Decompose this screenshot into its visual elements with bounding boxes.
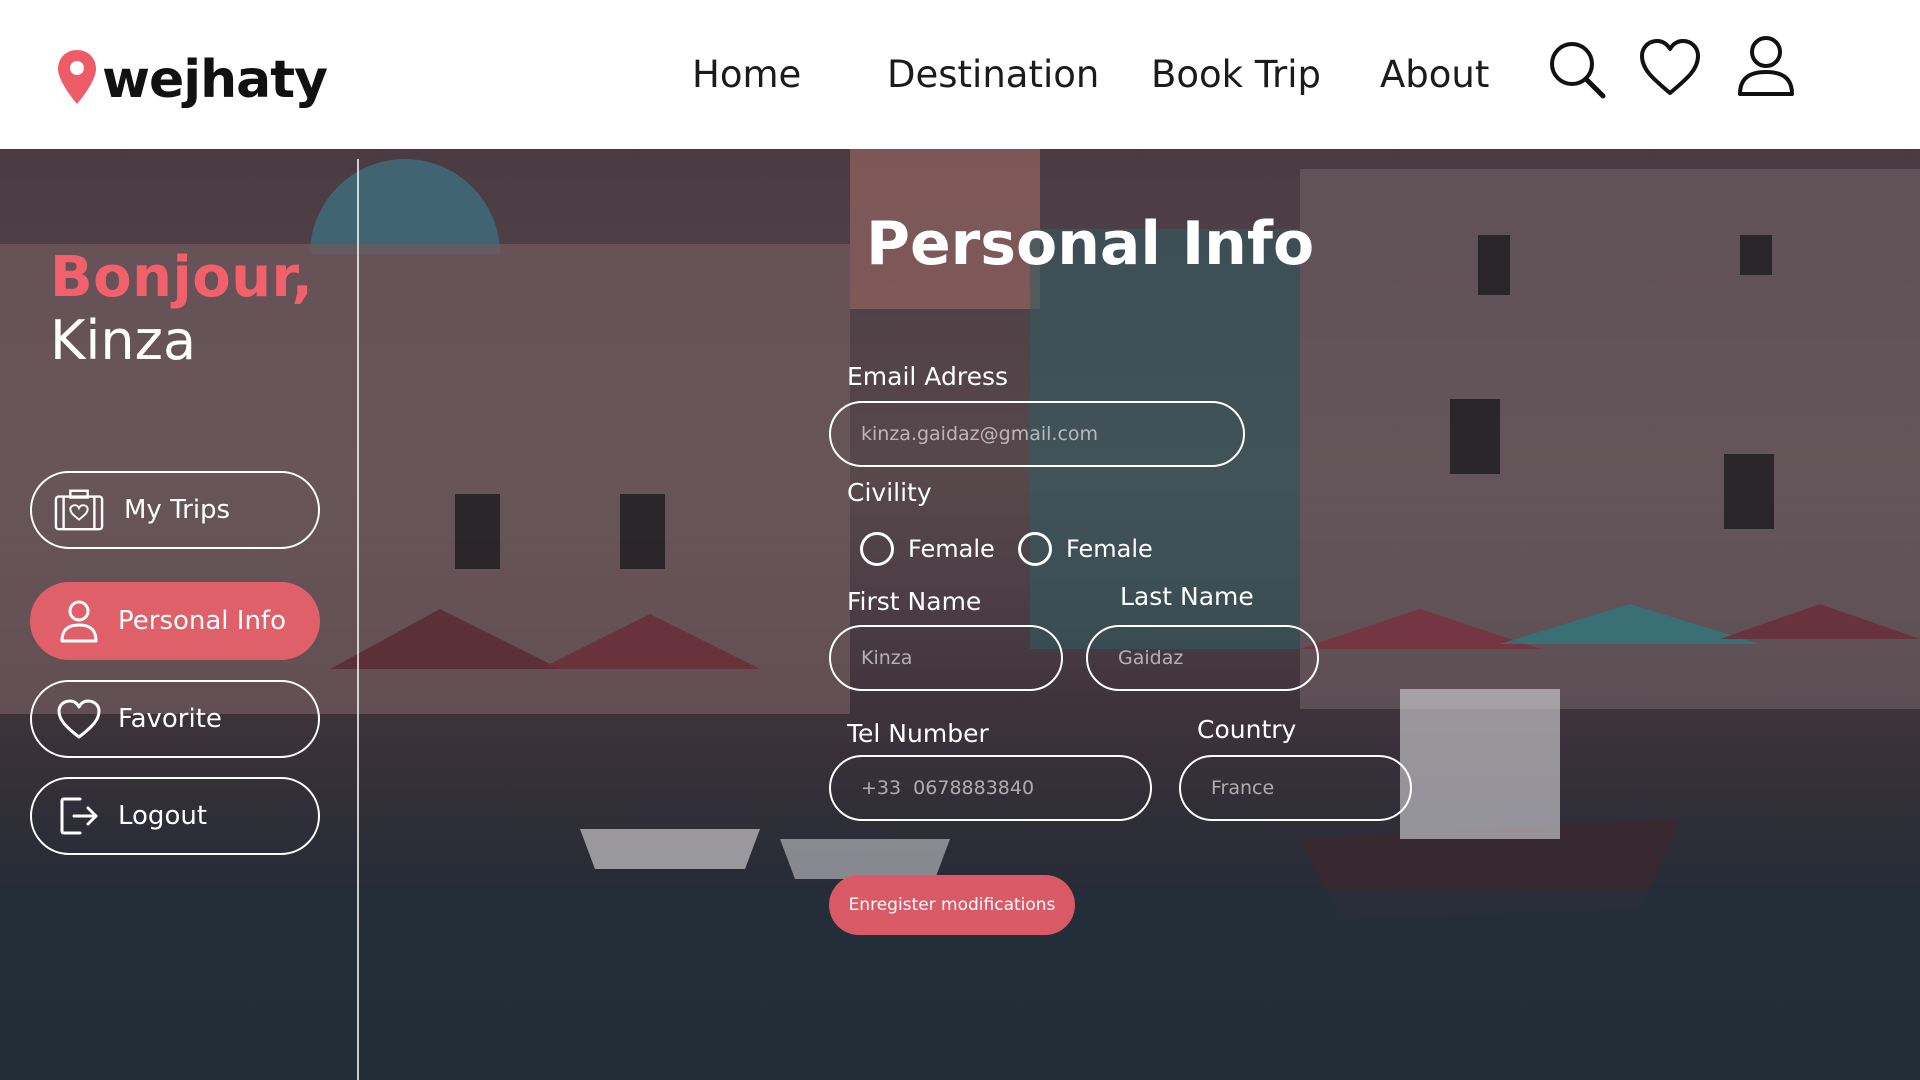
user-icon[interactable] — [1736, 34, 1796, 98]
tel-field[interactable] — [829, 755, 1152, 821]
sidebar-item-label: My Trips — [124, 495, 231, 525]
brand-name: wejhaty — [102, 50, 328, 110]
nav-about[interactable]: About — [1380, 48, 1489, 102]
last-name-field[interactable] — [1086, 625, 1319, 691]
user-name: Kinza — [50, 309, 197, 372]
location-pin-icon — [58, 50, 96, 104]
page-title: Personal Info — [866, 209, 1315, 279]
email-label: Email Adress — [847, 362, 1008, 391]
first-name-label: First Name — [847, 587, 982, 616]
greeting-text: Bonjour, — [50, 245, 314, 310]
sidebar-item-my-trips[interactable]: My Trips — [30, 471, 320, 549]
email-field[interactable] — [829, 401, 1245, 467]
sidebar-divider — [357, 159, 359, 1080]
sidebar-item-logout[interactable]: Logout — [30, 777, 320, 855]
radio-label: Female — [1066, 535, 1153, 563]
luggage-icon — [54, 485, 104, 535]
sidebar-item-label: Logout — [118, 801, 208, 831]
country-field[interactable] — [1179, 755, 1412, 821]
nav-destination[interactable]: Destination — [887, 48, 1099, 102]
search-icon[interactable] — [1546, 38, 1608, 100]
sidebar-item-favorite[interactable]: Favorite — [30, 680, 320, 758]
nav-home[interactable]: Home — [692, 48, 801, 102]
nav-book-trip[interactable]: Book Trip — [1151, 48, 1321, 102]
last-name-label: Last Name — [1120, 582, 1254, 611]
country-label: Country — [1197, 715, 1297, 744]
sidebar-item-personal-info[interactable]: Personal Info — [30, 582, 320, 660]
radio-label: Female — [908, 535, 995, 563]
tel-label: Tel Number — [847, 719, 989, 748]
heart-icon[interactable] — [1638, 38, 1702, 98]
radio-button[interactable] — [1018, 532, 1052, 566]
save-button[interactable]: Enregister modifications — [829, 875, 1075, 935]
hero-background: Bonjour, Kinza My Trips Personal Info Fa… — [0, 149, 1920, 1080]
first-name-field[interactable] — [829, 625, 1063, 691]
heart-icon — [54, 694, 104, 744]
user-icon — [54, 596, 104, 646]
civility-option-1[interactable]: Female — [860, 532, 995, 566]
sidebar-item-label: Personal Info — [118, 606, 286, 636]
brand-logo[interactable]: wejhaty — [56, 42, 328, 112]
top-header: wejhaty Home Destination Book Trip About — [0, 0, 1920, 149]
civility-label: Civility — [847, 478, 932, 507]
radio-button[interactable] — [860, 532, 894, 566]
logout-icon — [54, 791, 104, 841]
civility-option-2[interactable]: Female — [1018, 532, 1153, 566]
sidebar-item-label: Favorite — [118, 704, 222, 734]
